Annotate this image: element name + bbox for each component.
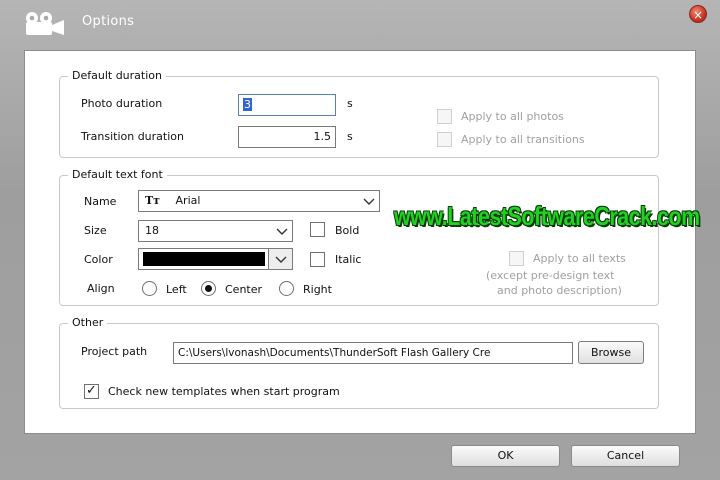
italic-checkbox[interactable] bbox=[310, 252, 325, 267]
font-name-label: Name bbox=[84, 195, 117, 208]
apply-all-photos-checkbox[interactable] bbox=[437, 109, 452, 124]
font-color-dropdown[interactable] bbox=[138, 248, 293, 270]
default-text-font-group: Default text font Name Tт Arial Size 18 … bbox=[59, 168, 659, 306]
chevron-down-icon bbox=[276, 228, 288, 235]
apply-all-texts-note-line2: and photo description) bbox=[497, 284, 622, 297]
align-left-label: Left bbox=[166, 283, 187, 296]
checkmark-icon: ✓ bbox=[86, 383, 97, 398]
apply-all-texts-note-line1: (except pre-design text bbox=[486, 269, 615, 282]
apply-all-photos-label: Apply to all photos bbox=[461, 110, 564, 123]
photo-duration-input[interactable]: 3 bbox=[238, 94, 336, 116]
apply-all-texts-label: Apply to all texts bbox=[533, 252, 626, 265]
radio-selected-dot bbox=[205, 285, 212, 292]
align-center-radio[interactable] bbox=[201, 281, 216, 296]
default-text-font-legend: Default text font bbox=[68, 168, 167, 181]
other-group: Other Project path C:\Users\lvonash\Docu… bbox=[59, 316, 659, 409]
align-right-radio[interactable] bbox=[279, 281, 294, 296]
transition-duration-label: Transition duration bbox=[81, 130, 184, 143]
bold-label: Bold bbox=[335, 224, 360, 237]
transition-duration-value: 1.5 bbox=[313, 130, 332, 143]
cancel-button[interactable]: Cancel bbox=[571, 445, 680, 467]
project-path-label: Project path bbox=[81, 345, 148, 358]
font-size-value: 18 bbox=[145, 224, 159, 237]
align-center-label: Center bbox=[225, 283, 263, 296]
camera-icon bbox=[26, 12, 64, 35]
default-duration-legend: Default duration bbox=[68, 69, 166, 82]
ok-button[interactable]: OK bbox=[451, 445, 560, 467]
apply-all-transitions-label: Apply to all transitions bbox=[461, 133, 585, 146]
font-name-dropdown[interactable]: Tт Arial bbox=[138, 190, 380, 212]
photo-duration-label: Photo duration bbox=[81, 97, 163, 110]
options-dialog: Options × Default duration Photo duratio… bbox=[0, 0, 720, 480]
align-right-label: Right bbox=[303, 283, 332, 296]
chevron-down-icon bbox=[363, 198, 375, 205]
font-type-icon: Tт bbox=[145, 194, 161, 207]
apply-all-texts-checkbox[interactable] bbox=[509, 251, 524, 266]
color-dropdown-button[interactable] bbox=[268, 249, 292, 269]
cancel-button-label: Cancel bbox=[606, 449, 645, 462]
default-duration-group: Default duration Photo duration 3 s Tran… bbox=[59, 69, 659, 158]
options-panel: Default duration Photo duration 3 s Tran… bbox=[24, 50, 700, 434]
close-button[interactable]: × bbox=[689, 5, 707, 23]
check-templates-checkbox[interactable]: ✓ bbox=[84, 383, 99, 399]
dialog-title: Options bbox=[82, 14, 135, 29]
apply-all-transitions-checkbox[interactable] bbox=[437, 132, 452, 147]
bold-checkbox[interactable] bbox=[310, 222, 325, 237]
align-left-radio[interactable] bbox=[142, 281, 157, 296]
close-icon: × bbox=[692, 8, 704, 22]
align-label: Align bbox=[87, 282, 115, 295]
font-color-label: Color bbox=[84, 253, 113, 266]
transition-duration-input[interactable]: 1.5 bbox=[238, 126, 336, 148]
project-path-value: C:\Users\lvonash\Documents\ThunderSoft F… bbox=[178, 347, 491, 359]
font-size-label: Size bbox=[84, 224, 107, 237]
browse-button-label: Browse bbox=[590, 346, 632, 359]
watermark-text: www.LatestSoftwareCrack.com bbox=[394, 201, 700, 231]
project-path-input[interactable]: C:\Users\lvonash\Documents\ThunderSoft F… bbox=[173, 342, 573, 364]
italic-label: Italic bbox=[335, 253, 362, 266]
other-legend: Other bbox=[68, 316, 108, 329]
font-name-value: Arial bbox=[175, 194, 201, 207]
check-templates-label: Check new templates when start program bbox=[108, 385, 340, 398]
title-bar[interactable]: Options × bbox=[0, 0, 720, 48]
font-size-dropdown[interactable]: 18 bbox=[138, 220, 293, 242]
transition-duration-unit: s bbox=[347, 130, 353, 143]
ok-button-label: OK bbox=[497, 449, 514, 462]
photo-duration-unit: s bbox=[347, 97, 353, 110]
browse-button[interactable]: Browse bbox=[578, 341, 644, 364]
chevron-down-icon bbox=[275, 256, 287, 263]
font-color-swatch bbox=[143, 252, 265, 266]
photo-duration-value: 3 bbox=[243, 98, 252, 111]
